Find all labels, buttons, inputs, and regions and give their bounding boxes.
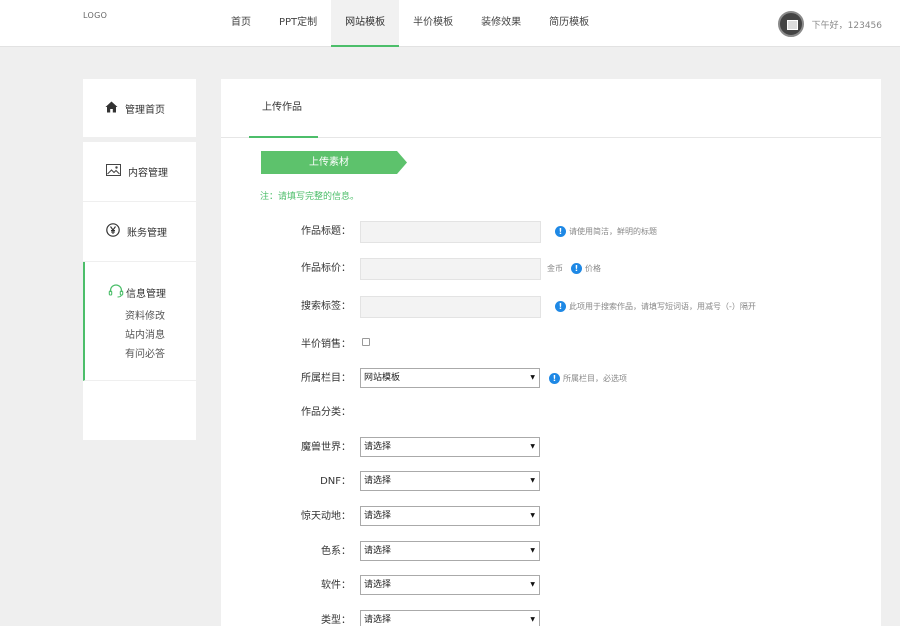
sidebar-item-label: 内容管理 xyxy=(128,168,168,179)
yen-icon xyxy=(106,223,120,240)
info-icon: ! xyxy=(555,226,566,237)
hint-text: 此项用于搜索作品，请填写短词语，用减号（-）隔开 xyxy=(569,302,756,311)
field-hint: ! 请使用简洁，鲜明的标题 xyxy=(555,226,657,237)
select-value: 请选择 xyxy=(364,476,392,486)
sidebar-item-content[interactable]: 内容管理 xyxy=(83,142,196,202)
field-label: 所属栏目： xyxy=(301,373,351,384)
field-label: 类型： xyxy=(321,615,351,626)
form-row-title: 作品标题： ! 请使用简洁，鲜明的标题 xyxy=(221,221,881,245)
form-row-dnf: DNF： 请选择 ▼ xyxy=(221,471,881,495)
sidebar-item-label: 管理首页 xyxy=(125,104,165,116)
color-select[interactable]: 请选择 ▼ xyxy=(360,541,540,561)
sidebar: 管理首页 内容管理 账务管理 信息管理 资料修改 站内消息 有问必答 xyxy=(83,79,196,440)
form-row-category: 作品分类： xyxy=(221,402,881,426)
hint-text: 请使用简洁，鲜明的标题 xyxy=(569,227,657,236)
select-value: 请选择 xyxy=(364,580,392,590)
field-label: DNF： xyxy=(320,476,351,487)
price-unit: 金币 xyxy=(547,264,563,273)
caret-down-icon: ▼ xyxy=(530,581,535,588)
software-select[interactable]: 请选择 ▼ xyxy=(360,575,540,595)
form-row-color: 色系： 请选择 ▼ xyxy=(221,541,881,565)
field-hint: ! 此项用于搜索作品，请填写短词语，用减号（-）隔开 xyxy=(555,301,756,312)
warcraft-select[interactable]: 请选择 ▼ xyxy=(360,437,540,457)
sidebar-menu: 内容管理 账务管理 信息管理 资料修改 站内消息 有问必答 xyxy=(83,142,196,440)
field-hint: ! 价格 xyxy=(571,263,601,274)
field-label: 半价销售： xyxy=(301,339,351,350)
form-row-price: 作品标价： 金币 ! 价格 xyxy=(221,258,881,282)
nav-ppt[interactable]: PPT定制 xyxy=(265,0,331,47)
form-row-column: 所属栏目： 网站模板 ▼ ! 所属栏目，必选项 xyxy=(221,368,881,392)
select-value: 网站模板 xyxy=(364,373,401,383)
field-label: 作品标题： xyxy=(301,226,351,237)
caret-down-icon: ▼ xyxy=(530,374,535,381)
field-label: 色系： xyxy=(321,546,351,557)
title-input[interactable] xyxy=(360,221,541,243)
dnf-select[interactable]: 请选择 ▼ xyxy=(360,471,540,491)
tab-bar: 上传作品 xyxy=(221,79,881,138)
form-row-type: 类型： 请选择 ▼ xyxy=(221,610,881,626)
sidebar-subitem-messages[interactable]: 站内消息 xyxy=(125,326,196,345)
select-value: 请选择 xyxy=(364,442,392,452)
field-label: 软件： xyxy=(321,580,351,591)
avatar[interactable] xyxy=(777,11,804,37)
sidebar-item-label: 信息管理 xyxy=(126,289,166,300)
nav-web-templates[interactable]: 网站模板 xyxy=(331,0,400,47)
sidebar-item-home[interactable]: 管理首页 xyxy=(83,79,196,137)
field-label: 搜索标签： xyxy=(301,301,351,312)
top-header: LOGO 首页 PPT定制 网站模板 半价模板 装修效果 简历模板 下午好，12… xyxy=(0,0,900,47)
column-select[interactable]: 网站模板 ▼ xyxy=(360,368,540,388)
user-area[interactable]: 下午好，123456 xyxy=(777,11,882,37)
field-label: 作品分类： xyxy=(301,407,351,418)
select-value: 请选择 xyxy=(364,615,392,625)
jingtian-select[interactable]: 请选择 ▼ xyxy=(360,506,540,526)
main-panel: 上传作品 上传素材 注：请填写完整的信息。 作品标题： ! 请使用简洁，鲜明的标… xyxy=(221,79,881,626)
nav-half-price[interactable]: 半价模板 xyxy=(399,0,467,47)
home-icon xyxy=(105,101,118,116)
form-row-software: 软件： 请选择 ▼ xyxy=(221,575,881,599)
field-label: 魔兽世界： xyxy=(301,442,351,453)
nav-resume[interactable]: 简历模板 xyxy=(535,0,603,47)
form-row-half-price: 半价销售： xyxy=(221,334,881,358)
sidebar-item-label: 账务管理 xyxy=(127,228,167,239)
nav-home[interactable]: 首页 xyxy=(217,0,265,47)
price-input[interactable] xyxy=(360,258,541,280)
logo[interactable]: LOGO xyxy=(83,11,107,20)
caret-down-icon: ▼ xyxy=(530,547,535,554)
info-icon: ! xyxy=(555,301,566,312)
sidebar-subitem-qa[interactable]: 有问必答 xyxy=(125,345,196,364)
hint-text: 价格 xyxy=(585,264,601,273)
sidebar-item-info: 信息管理 资料修改 站内消息 有问必答 xyxy=(83,262,196,381)
caret-down-icon: ▼ xyxy=(530,616,535,623)
section-ribbon: 上传素材 xyxy=(261,151,407,174)
main-nav: 首页 PPT定制 网站模板 半价模板 装修效果 简历模板 xyxy=(217,0,603,47)
field-label: 作品标价： xyxy=(301,263,351,274)
select-value: 请选择 xyxy=(364,546,392,556)
form-row-warcraft: 魔兽世界： 请选择 ▼ xyxy=(221,437,881,461)
field-label: 惊天动地： xyxy=(301,511,351,522)
sidebar-subitem-profile[interactable]: 资料修改 xyxy=(125,307,196,326)
tags-input[interactable] xyxy=(360,296,541,318)
info-icon: ! xyxy=(549,373,560,384)
form-row-jingtian: 惊天动地： 请选择 ▼ xyxy=(221,506,881,530)
tab-upload-work[interactable]: 上传作品 xyxy=(249,79,318,138)
select-value: 请选择 xyxy=(364,511,392,521)
caret-down-icon: ▼ xyxy=(530,443,535,450)
sidebar-item-info-header[interactable]: 信息管理 xyxy=(108,284,196,301)
sidebar-submenu: 资料修改 站内消息 有问必答 xyxy=(108,307,196,364)
nav-decoration[interactable]: 装修效果 xyxy=(467,0,535,47)
hint-text: 所属栏目，必选项 xyxy=(563,374,627,383)
ribbon-label: 上传素材 xyxy=(309,157,349,168)
caret-down-icon: ▼ xyxy=(530,512,535,519)
info-icon: ! xyxy=(571,263,582,274)
type-select[interactable]: 请选择 ▼ xyxy=(360,610,540,626)
half-price-checkbox[interactable] xyxy=(362,338,370,346)
form-row-tags: 搜索标签： ! 此项用于搜索作品，请填写短词语，用减号（-）隔开 xyxy=(221,296,881,320)
image-icon xyxy=(106,164,121,179)
sidebar-item-finance[interactable]: 账务管理 xyxy=(83,202,196,262)
field-hint: ! 所属栏目，必选项 xyxy=(549,373,627,384)
caret-down-icon: ▼ xyxy=(530,477,535,484)
greeting: 下午好，123456 xyxy=(811,20,882,31)
form-note: 注：请填写完整的信息。 xyxy=(260,192,360,202)
headset-icon xyxy=(108,284,124,301)
